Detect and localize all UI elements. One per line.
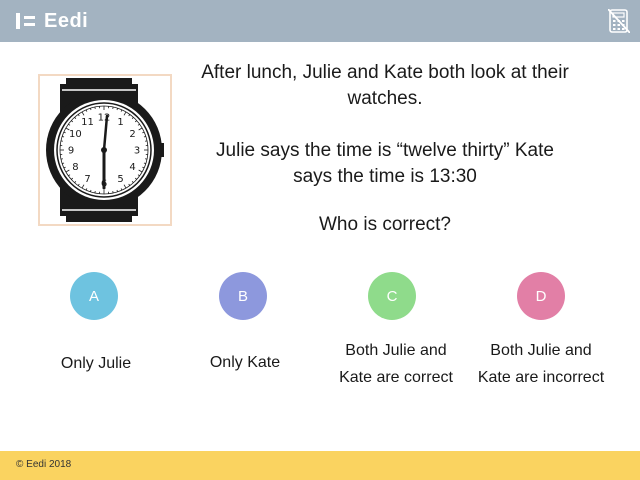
option-a-button[interactable]: A [70, 272, 118, 320]
watch-numeral: 2 [129, 129, 135, 140]
watch-numeral: 8 [72, 162, 78, 173]
watch-numeral: 9 [68, 146, 74, 157]
watch-numeral: 7 [84, 174, 90, 185]
option-d-text: Both Julie and Kate are incorrect [477, 342, 605, 386]
option-b-letter: B [237, 287, 248, 305]
copyright-text: © Eedi 2018 [16, 459, 72, 470]
watch-image: 121234567891011 [38, 74, 172, 226]
brand-name: Eedi [44, 9, 89, 32]
watch-numeral: 11 [81, 117, 94, 128]
option-c-text: Both Julie and Kate are correct [339, 342, 453, 386]
watch-numeral: 1 [117, 117, 123, 128]
watch-numeral: 3 [134, 146, 140, 157]
option-c-button[interactable]: C [368, 272, 416, 320]
question-prompt: Who is correct? [319, 214, 451, 235]
footer-bar: © Eedi 2018 [0, 451, 640, 480]
question-text-2: Julie says the time is “twelve thirty” K… [216, 140, 554, 187]
option-d-button[interactable]: D [517, 272, 565, 320]
brand-logo[interactable]: Eedi [16, 8, 88, 34]
header-bar: Eedi [0, 0, 640, 42]
option-c-letter: C [386, 287, 398, 305]
watch-numeral: 10 [69, 129, 82, 140]
option-b-button[interactable]: B [219, 272, 267, 320]
watch-numeral: 12 [98, 113, 111, 124]
option-d-letter: D [535, 287, 547, 305]
question-text-1: After lunch, Julie and Kate both look at… [201, 62, 569, 109]
watch-numeral: 4 [129, 162, 135, 173]
eedi-logo-icon [16, 13, 36, 29]
option-a-text: Only Julie [60, 355, 132, 372]
watch-numeral: 5 [117, 174, 123, 185]
option-a-letter: A [88, 287, 99, 305]
option-b-text: Only Kate [209, 354, 281, 371]
calculator-crossed-icon[interactable] [607, 8, 631, 34]
